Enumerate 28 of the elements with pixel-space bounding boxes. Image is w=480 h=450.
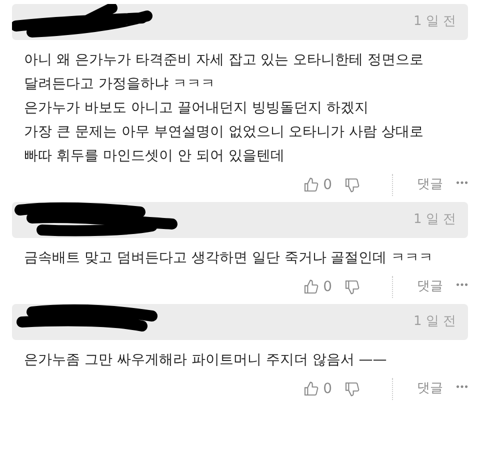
more-button[interactable]: ••• [455, 280, 468, 294]
comment-time: 1 일 전 [413, 13, 456, 32]
thumbs-up-icon [303, 381, 320, 397]
comment-text-line: 아니 왜 은가누가 타격준비 자세 잡고 있는 오타니한테 정면으로 [24, 51, 425, 70]
reply-link[interactable]: 댓글 [417, 277, 444, 297]
comment-text-line: 가장 큰 문제는 아무 부연설명이 없었으니 오타니가 사람 상대로 [24, 123, 425, 142]
thumbs-down-icon [344, 279, 360, 295]
comment-text-line: 빠따 휘두를 마인드셋이 안 되어 있을텐데 [24, 147, 286, 166]
comment-text-line: 은가누좀 그만 싸우게해라 파이트머니 주지더 않음서 —— [24, 351, 388, 370]
reply-link[interactable]: 댓글 [417, 175, 444, 195]
thumbs-down-icon [344, 177, 360, 193]
reply-link[interactable]: 댓글 [417, 379, 444, 399]
dislike-button[interactable] [344, 381, 360, 397]
more-button[interactable]: ••• [455, 382, 468, 396]
thumbs-up-icon [303, 177, 320, 193]
like-button[interactable]: 0 [303, 276, 332, 298]
more-button[interactable]: ••• [455, 178, 468, 192]
like-button[interactable]: 0 [303, 378, 332, 400]
like-button[interactable]: 0 [303, 174, 332, 196]
comment-time: 1 일 전 [413, 313, 456, 332]
comment-time: 1 일 전 [413, 211, 456, 230]
comment-text-line: 금속배트 맞고 덤벼든다고 생각하면 일단 죽거나 골절인데 ㅋㅋㅋ [24, 249, 434, 268]
thumbs-down-icon [344, 381, 360, 397]
comment-text-line: 달려든다고 가정을하냐 ㅋㅋㅋ [24, 75, 216, 94]
comment-text-line: 은가누가 바보도 아니고 끌어내던지 빙빙돌던지 하겠지 [24, 99, 370, 118]
dislike-button[interactable] [344, 177, 360, 193]
thumbs-up-icon [303, 279, 320, 295]
dislike-button[interactable] [344, 279, 360, 295]
